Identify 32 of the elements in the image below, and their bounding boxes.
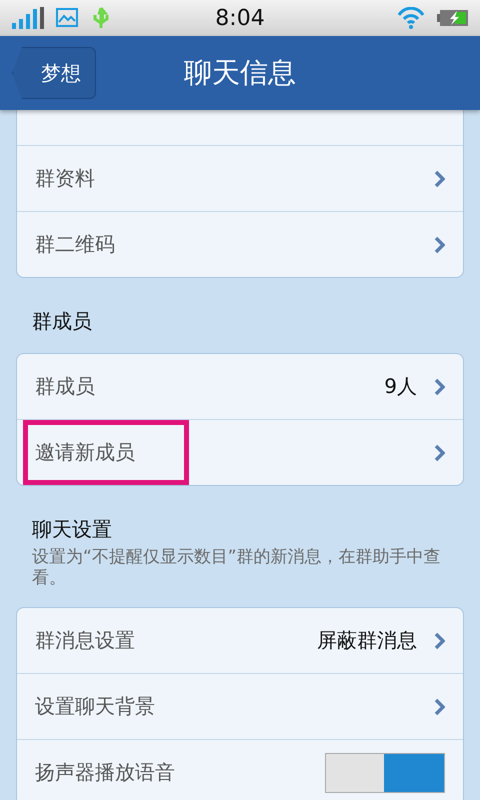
settings-row[interactable]: 设置聊天背景	[17, 673, 463, 739]
row-value: 屏蔽群消息	[317, 627, 417, 654]
status-time: 8:04	[214, 6, 266, 30]
settings-row[interactable]: 邀请新成员	[17, 419, 463, 485]
section-title: 群成员	[31, 308, 93, 335]
screen-title: 聊天信息	[183, 55, 297, 91]
battery-icon	[437, 9, 468, 27]
row-label: 扬声器播放语音	[35, 759, 175, 786]
settings-row[interactable]: 群消息设置 屏蔽群消息	[17, 608, 463, 673]
row-label: 群二维码	[35, 231, 115, 258]
chevron-icon	[433, 698, 445, 716]
row-label: 设置聊天背景	[35, 693, 155, 720]
row-label: 群消息设置	[35, 627, 135, 654]
chevron-icon	[433, 444, 445, 462]
settings-row[interactable]: 群成员 9人	[17, 354, 463, 419]
section-title: 聊天设置	[31, 516, 113, 543]
chevron-icon	[433, 236, 445, 254]
row-label: 群资料	[35, 165, 95, 192]
section-note: 设置为“不提醒仅显示数目”群的新消息，在群助手中查看。	[31, 547, 442, 590]
settings-row[interactable]: 群二维码	[17, 211, 463, 277]
image-icon	[56, 7, 78, 29]
row-label: 邀请新成员	[35, 439, 135, 466]
row-label: 群成员	[35, 373, 95, 400]
settings-row[interactable]: 群资料	[17, 145, 463, 211]
chevron-icon	[433, 632, 445, 650]
row-value: 9人	[384, 373, 417, 400]
signal-icon	[12, 7, 44, 29]
toggle-switch[interactable]	[325, 752, 445, 792]
back-button[interactable]: 梦想	[12, 47, 96, 99]
wifi-icon	[397, 7, 425, 29]
chevron-icon	[433, 170, 445, 188]
chevron-icon	[433, 378, 445, 396]
